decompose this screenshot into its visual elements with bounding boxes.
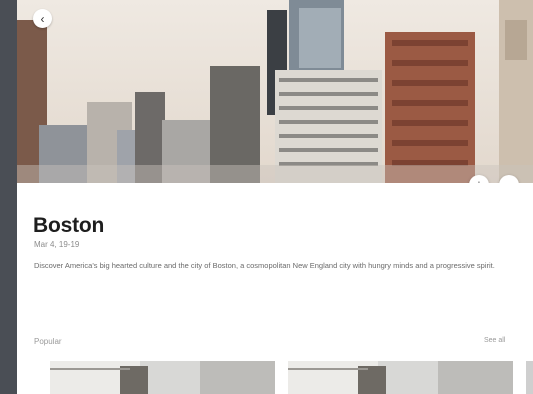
hero-image [17,0,533,183]
app-window: ‹ + ▫ Boston Mar 4, 19-19 Discover Ameri… [0,0,533,394]
view-all-link[interactable]: See all [484,337,505,344]
popular-card[interactable] [288,361,513,394]
city-description: Discover America's big hearted culture a… [34,261,495,270]
left-rail [0,0,17,394]
city-dates: Mar 4, 19-19 [34,240,80,249]
back-button[interactable]: ‹ [33,9,52,28]
chevron-left-icon: ‹ [40,11,45,26]
city-skyline-image [17,0,533,183]
popular-section-label: Popular [34,337,62,346]
card-image [50,361,275,394]
card-image [288,361,513,394]
popular-card-peek[interactable] [526,361,533,394]
city-title: Boston [33,214,105,237]
popular-card[interactable] [50,361,275,394]
